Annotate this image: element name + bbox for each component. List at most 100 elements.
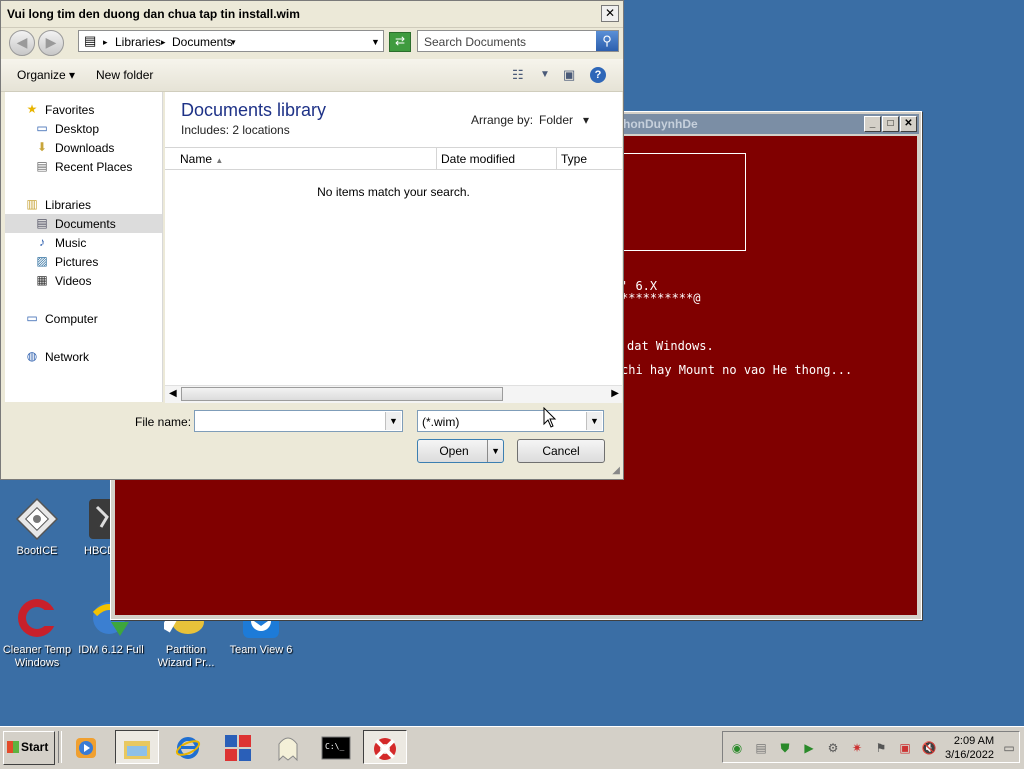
column-divider[interactable] bbox=[556, 148, 557, 169]
shield-tray-icon[interactable]: ⛊ bbox=[777, 740, 793, 756]
chevron-right-icon[interactable]: ▸ bbox=[103, 37, 108, 48]
column-name[interactable]: Name ▲ bbox=[180, 152, 223, 166]
nav-favorites[interactable]: ★ Favorites bbox=[5, 100, 162, 119]
new-folder-button[interactable]: New folder bbox=[96, 68, 153, 82]
address-dropdown-icon[interactable]: ▼ bbox=[371, 37, 380, 47]
ccleaner-icon bbox=[15, 596, 59, 640]
drive-tray-icon[interactable]: ▤ bbox=[753, 740, 769, 756]
nav-pictures[interactable]: ▨ Pictures bbox=[5, 252, 162, 271]
column-divider[interactable] bbox=[436, 148, 437, 169]
desktop-icon-label: Partition Wizard Pr... bbox=[157, 644, 215, 669]
scrollbar-thumb[interactable] bbox=[181, 387, 503, 401]
file-type-value: (*.wim) bbox=[422, 415, 460, 429]
play-tray-icon[interactable]: ▶ bbox=[801, 740, 817, 756]
library-includes[interactable]: Includes: 2 locations bbox=[181, 123, 290, 137]
file-list-pane[interactable]: Documents library Includes: 2 locations … bbox=[165, 92, 622, 402]
videos-icon: ▦ bbox=[36, 273, 48, 287]
desktop-icon-label: Cleaner Temp Windows bbox=[2, 644, 72, 669]
start-button[interactable]: Start bbox=[3, 731, 55, 765]
minimize-button[interactable]: _ bbox=[864, 116, 881, 132]
libraries-icon: ▥ bbox=[26, 197, 38, 211]
close-button[interactable]: ✕ bbox=[601, 5, 619, 22]
display-tray-icon[interactable]: ▣ bbox=[897, 740, 913, 756]
nav-documents[interactable]: ▤ Documents bbox=[5, 214, 162, 233]
nav-recent-places[interactable]: ▤ Recent Places bbox=[5, 157, 162, 176]
chevron-down-icon[interactable]: ▼ bbox=[385, 412, 401, 430]
nav-music[interactable]: ♪ Music bbox=[5, 233, 162, 252]
floppy-icon bbox=[15, 497, 59, 541]
arrange-by-dropdown[interactable]: Folder ▾ bbox=[539, 113, 589, 127]
preview-pane-icon[interactable]: ▣ bbox=[563, 67, 575, 83]
setup-lifebuoy-icon[interactable] bbox=[363, 730, 407, 764]
breadcrumb-libraries[interactable]: Libraries bbox=[115, 35, 161, 49]
internet-explorer-icon[interactable] bbox=[166, 730, 210, 764]
computer-icon: ▭ bbox=[26, 311, 38, 325]
address-bar[interactable]: ▤ ▸ Libraries ▸ Documents ▾ ▼ bbox=[78, 30, 384, 52]
nav-desktop[interactable]: ▭ Desktop bbox=[5, 119, 162, 138]
chevron-down-icon[interactable]: ▼ bbox=[540, 69, 550, 80]
network-tray-icon[interactable]: ◉ bbox=[729, 740, 745, 756]
breadcrumb-documents[interactable]: Documents bbox=[172, 35, 233, 49]
horizontal-scrollbar[interactable]: ◀ ▶ bbox=[165, 385, 622, 403]
resize-grip-icon[interactable]: ◢ bbox=[612, 465, 620, 476]
svg-text:C:\_: C:\_ bbox=[325, 742, 344, 751]
chevron-down-icon[interactable]: ▼ bbox=[491, 440, 500, 462]
nav-computer[interactable]: ▭ Computer bbox=[5, 309, 162, 328]
close-button[interactable]: ✕ bbox=[900, 116, 917, 132]
ghost-icon[interactable] bbox=[266, 730, 310, 764]
desktop-icon: ▭ bbox=[36, 121, 48, 135]
column-type[interactable]: Type bbox=[561, 152, 587, 166]
chevron-down-icon[interactable]: ▼ bbox=[586, 412, 602, 430]
split-divider bbox=[487, 440, 488, 462]
open-file-dialog[interactable]: Vui long tim den duong dan chua tap tin … bbox=[0, 0, 624, 480]
search-icon[interactable]: ⚲ bbox=[596, 31, 618, 51]
nav-videos[interactable]: ▦ Videos bbox=[5, 271, 162, 290]
organize-button[interactable]: Organize ▾ bbox=[17, 68, 75, 82]
dialog-titlebar[interactable]: Vui long tim den duong dan chua tap tin … bbox=[1, 1, 623, 28]
refresh-button[interactable]: ⇄ bbox=[389, 32, 411, 52]
chevron-right-icon[interactable]: ▸ bbox=[161, 37, 166, 48]
pictures-icon: ▨ bbox=[36, 254, 48, 268]
nav-downloads[interactable]: ⬇ Downloads bbox=[5, 138, 162, 157]
file-type-select[interactable]: (*.wim) ▼ bbox=[417, 410, 604, 432]
command-bar: Organize ▾ New folder ☷ ▼ ▣ ? bbox=[1, 59, 623, 92]
show-desktop-icon[interactable]: ▭ bbox=[1001, 740, 1017, 756]
nav-libraries[interactable]: ▥ Libraries bbox=[5, 195, 162, 214]
scroll-right-icon[interactable]: ▶ bbox=[611, 388, 619, 399]
flag-tray-icon[interactable]: ⚑ bbox=[873, 740, 889, 756]
search-box[interactable]: Search Documents ⚲ bbox=[417, 30, 619, 52]
console-line: dat Windows. bbox=[627, 339, 714, 353]
search-input[interactable]: Search Documents bbox=[424, 35, 526, 49]
alert-tray-icon[interactable]: ✷ bbox=[849, 740, 865, 756]
scroll-left-icon[interactable]: ◀ bbox=[169, 388, 177, 399]
settings-tray-icon[interactable]: ⚙ bbox=[825, 740, 841, 756]
dialog-title: Vui long tim den duong dan chua tap tin … bbox=[7, 7, 300, 21]
network-icon: ◍ bbox=[26, 349, 38, 363]
unikey-icon[interactable] bbox=[216, 730, 260, 764]
cancel-button[interactable]: Cancel bbox=[517, 439, 605, 463]
media-player-icon[interactable] bbox=[64, 730, 108, 764]
nav-network[interactable]: ◍ Network bbox=[5, 347, 162, 366]
sort-up-icon: ▲ bbox=[215, 156, 224, 165]
column-date-modified[interactable]: Date modified bbox=[441, 152, 515, 166]
file-name-input[interactable]: ▼ bbox=[194, 410, 403, 432]
music-icon: ♪ bbox=[39, 235, 45, 249]
open-button[interactable]: Open ▼ bbox=[417, 439, 504, 463]
library-title: Documents library bbox=[181, 100, 327, 120]
console-title: honDuynhDe bbox=[623, 117, 698, 131]
clock-date[interactable]: 3/16/2022 bbox=[945, 749, 994, 761]
column-headers: Name ▲ Date modified Type bbox=[165, 147, 622, 170]
command-prompt-icon[interactable]: C:\_ bbox=[314, 730, 358, 764]
forward-button[interactable]: ▶ bbox=[38, 30, 64, 56]
console-line: chi hay Mount no vao He thong... bbox=[621, 363, 853, 377]
view-options-icon[interactable]: ☷ bbox=[512, 67, 524, 83]
file-name-label: File name: bbox=[135, 415, 192, 429]
chevron-down-icon[interactable]: ▾ bbox=[231, 37, 236, 48]
explorer-icon[interactable] bbox=[115, 730, 159, 764]
help-icon[interactable]: ? bbox=[590, 67, 606, 83]
back-button[interactable]: ◀ bbox=[9, 30, 35, 56]
volume-muted-icon[interactable]: 🔇 bbox=[921, 740, 937, 756]
maximize-button[interactable]: □ bbox=[882, 116, 899, 132]
desktop-icon-cleaner[interactable]: Cleaner Temp Windows bbox=[0, 596, 74, 670]
clock-time[interactable]: 2:09 AM bbox=[953, 735, 995, 747]
